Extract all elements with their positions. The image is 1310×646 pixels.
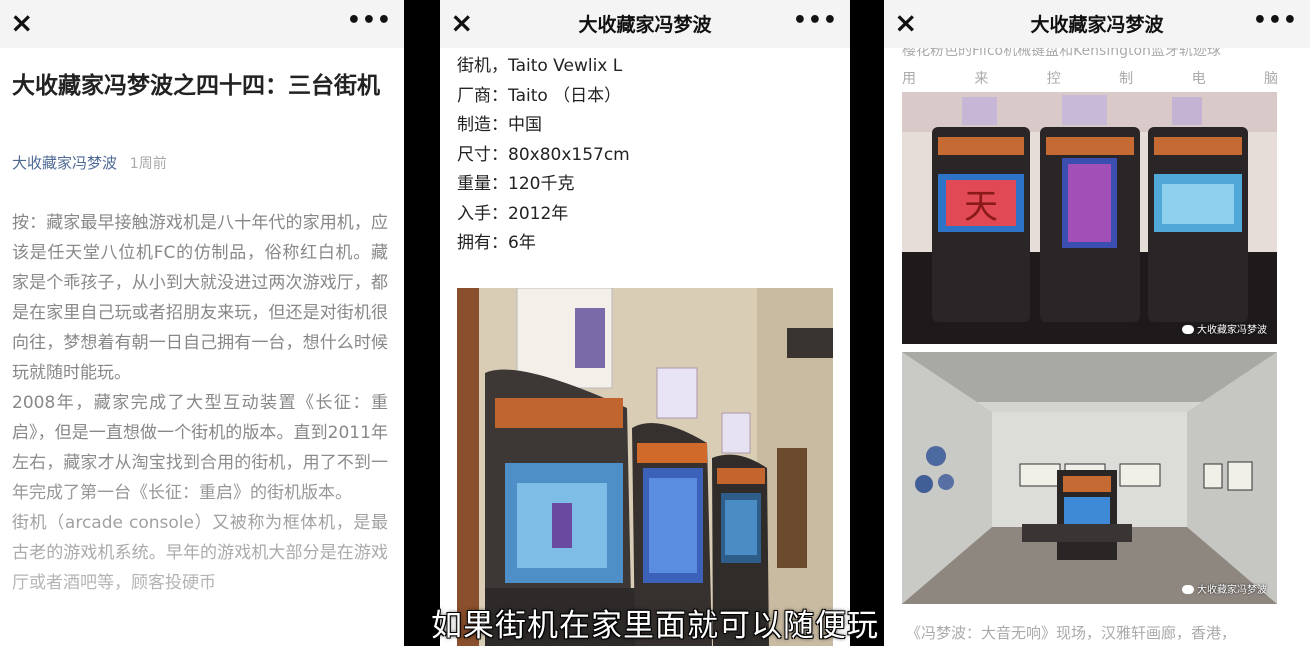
top-bar: × •••: [0, 0, 404, 48]
three-cabinets-photo[interactable]: 天 大收藏家冯梦波: [902, 92, 1277, 344]
spec-line: 街机，Taito Vewlix L: [457, 56, 623, 76]
spec-line: 尺寸：80x80x157cm: [457, 144, 630, 165]
spec-line: 拥有：6年: [457, 233, 536, 253]
cabinets-illustration: 天: [902, 92, 1277, 344]
arcade-room-illustration: [457, 288, 833, 646]
article-title: 大收藏家冯梦波之四十四：三台街机: [12, 73, 380, 99]
article-panel-left: × ••• 大收藏家冯梦波之四十四：三台街机 大收藏家冯梦波 1周前 按：藏家最…: [0, 0, 404, 646]
wechat-icon: [1182, 325, 1194, 334]
watermark-text: 大收藏家冯梦波: [1197, 585, 1267, 596]
spec-line: 重量：120千克: [457, 174, 575, 194]
spread-char: 用: [902, 71, 916, 87]
article-paragraph: 2008年，藏家完成了大型互动装置《长征：重启》，但是一直想做一个街机的版本。直…: [12, 393, 388, 503]
article-paragraph: 按：藏家最早接触游戏机是八十年代的家用机，应该是任天堂八位机FC的仿制品，俗称红…: [12, 213, 388, 383]
nav-title: 大收藏家冯梦波: [1030, 14, 1164, 36]
spread-char: 来: [974, 71, 989, 87]
spec-line: 入手：2012年: [457, 203, 569, 224]
author-line: 大收藏家冯梦波 1周前: [12, 152, 167, 173]
more-icon[interactable]: •••: [1253, 4, 1298, 38]
spec-line: 制造：中国: [457, 115, 542, 135]
article-paragraph: 街机（arcade console）又被称为框体机，是最古老的游戏机系统。早年的…: [12, 513, 388, 593]
spread-char: 脑: [1263, 71, 1278, 87]
wechat-icon: [1182, 585, 1194, 594]
more-icon[interactable]: •••: [347, 4, 392, 38]
article-panel-right: 樱花粉色的Filco机械键盘和Kensington蓝牙轨迹球 用 来 控 制 电…: [884, 0, 1310, 646]
spec-line: 厂商：Taito （日本）: [457, 85, 622, 106]
spread-text-line: 用 来 控 制 电 脑: [902, 68, 1278, 88]
top-bar: × 大收藏家冯梦波 •••: [440, 0, 850, 48]
publish-time: 1周前: [129, 156, 167, 172]
close-icon[interactable]: ×: [10, 6, 33, 40]
more-icon[interactable]: •••: [793, 4, 838, 38]
spread-char: 制: [1119, 71, 1134, 87]
top-bar: × 大收藏家冯梦波 •••: [884, 0, 1310, 48]
arcade-room-photo[interactable]: [457, 288, 833, 646]
gallery-illustration: [902, 352, 1277, 604]
spread-char: 控: [1046, 71, 1061, 87]
gallery-photo[interactable]: 大收藏家冯梦波: [902, 352, 1277, 604]
svg-text:天: 天: [964, 187, 998, 227]
nav-title: 大收藏家冯梦波: [578, 14, 712, 36]
spec-list: 街机，Taito Vewlix L 厂商：Taito （日本） 制造：中国 尺寸…: [457, 52, 630, 259]
spread-char: 电: [1191, 71, 1206, 87]
watermark-text: 大收藏家冯梦波: [1197, 325, 1267, 336]
author-link[interactable]: 大收藏家冯梦波: [12, 154, 117, 172]
article-panel-middle: × 大收藏家冯梦波 ••• 街机，Taito Vewlix L 厂商：Taito…: [440, 0, 850, 646]
watermark: 大收藏家冯梦波: [1182, 321, 1267, 336]
video-subtitle: 如果街机在家里面就可以随便玩: [431, 608, 879, 644]
watermark: 大收藏家冯梦波: [1182, 581, 1267, 596]
article-body: 按：藏家最早接触游戏机是八十年代的家用机，应该是任天堂八位机FC的仿制品，俗称红…: [12, 208, 388, 598]
